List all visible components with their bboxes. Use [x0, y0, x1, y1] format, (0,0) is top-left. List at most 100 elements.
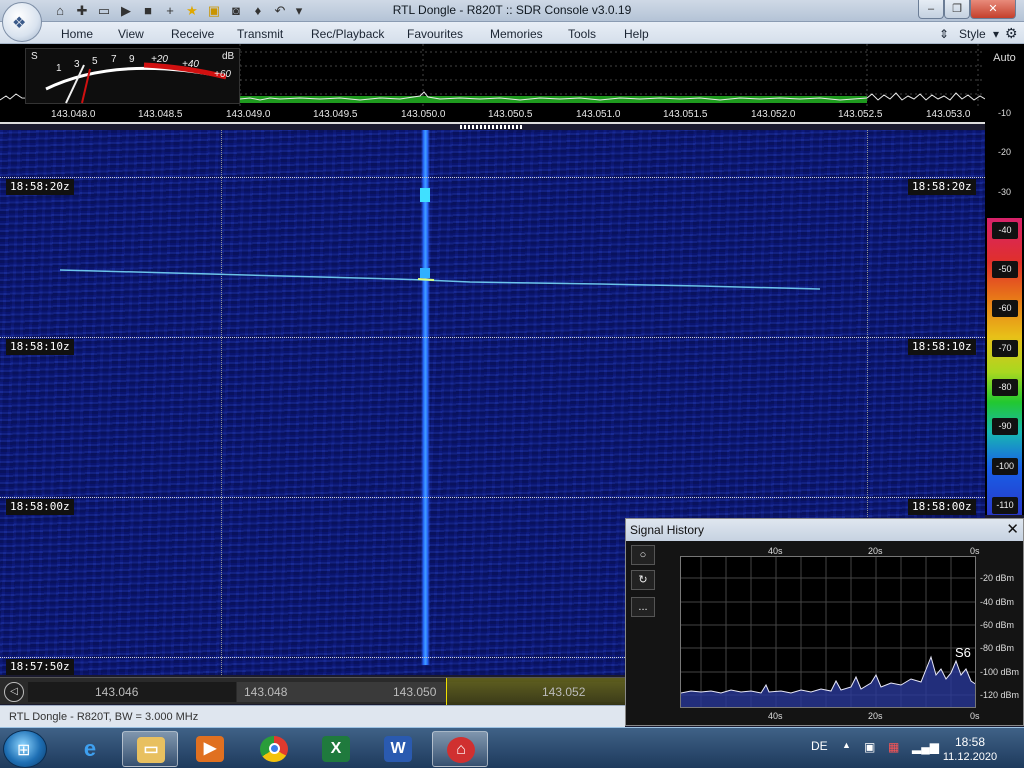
taskbar-media-player[interactable]: ▶ — [182, 731, 238, 767]
time-label-right: 18:58:00z — [908, 499, 976, 515]
db-level-cell: -50 — [992, 261, 1018, 278]
windows-logo-icon: ⊞ — [17, 742, 31, 759]
taskbar-internet-explorer[interactable]: e — [62, 731, 118, 767]
freq-label: 143.052.0 — [751, 109, 796, 120]
maximize-button[interactable]: ❐ — [944, 0, 970, 19]
tray-device-icon[interactable]: ▣ — [864, 740, 875, 754]
freq-label: 143.049.0 — [226, 109, 271, 120]
s-meter-tick: 9 — [129, 54, 135, 65]
signal-history-title: Signal History — [630, 523, 705, 537]
signal-history-panel: Signal History ✕ ○ ↻ ... 40s 20s 0s 40s … — [625, 518, 1024, 726]
status-text: RTL Dongle - R820T, BW = 3.000 MHz — [9, 711, 199, 723]
auto-scale-button[interactable]: Auto — [985, 52, 1024, 64]
db-level-cell: -100 — [992, 458, 1018, 475]
settings-gear-icon[interactable]: ⚙ — [1005, 25, 1018, 42]
tuning-passband — [447, 678, 625, 705]
taskbar-chrome[interactable] — [246, 731, 302, 767]
signal-history-record-button[interactable]: ○ — [631, 545, 655, 565]
signal-history-close-icon[interactable]: ✕ — [1006, 520, 1019, 538]
taskbar-excel[interactable]: X — [308, 731, 364, 767]
db-level-cell: -60 — [992, 300, 1018, 317]
title-bar: ⌂ ✚ ▭ ▶ ■ + ★ ▣ ◙ ♦ ↶ ▾ RTL Dongle - R82… — [0, 0, 1024, 22]
window-title: RTL Dongle - R820T :: SDR Console v3.0.1… — [392, 3, 632, 17]
language-indicator[interactable]: DE — [811, 739, 828, 753]
status-bar: RTL Dongle - R820T, BW = 3.000 MHz — [0, 705, 625, 727]
s-meter-tick: +60 — [214, 69, 231, 80]
time-axis-label: 20s — [868, 546, 883, 556]
taskbar-word[interactable]: W — [370, 731, 426, 767]
taskbar-explorer[interactable]: ▭ — [122, 731, 178, 767]
minimize-button[interactable]: – — [918, 0, 944, 19]
excel-icon: X — [322, 736, 350, 762]
menu-home[interactable]: Home — [61, 27, 93, 41]
db-colour-scale: Auto -10 -20 -30 -40 -50 -60 -70 -80 -90… — [985, 44, 1024, 515]
signal-history-more-button[interactable]: ... — [631, 597, 655, 617]
dbm-axis-label: -80 dBm — [980, 643, 1015, 653]
clock-time[interactable]: 18:58 — [950, 735, 990, 749]
menu-rec-playback[interactable]: Rec/Playback — [311, 27, 384, 41]
s-meter-tick: +20 — [151, 54, 168, 65]
freq-label: 143.048.0 — [51, 109, 96, 120]
tuning-label: 143.052 — [542, 685, 586, 699]
tuning-strip[interactable]: ◁ 143.046 143.048 143.050 143.052 — [0, 677, 625, 705]
dbm-axis-label: -60 dBm — [980, 620, 1015, 630]
signal-history-header[interactable]: Signal History ✕ — [626, 519, 1023, 541]
style-chevron-icon[interactable]: ⇕ — [939, 27, 949, 41]
sdr-console-window: ⌂ ✚ ▭ ▶ ■ + ★ ▣ ◙ ♦ ↶ ▾ RTL Dongle - R82… — [0, 0, 1024, 768]
menu-view[interactable]: View — [118, 27, 144, 41]
taskbar-sdr-console[interactable]: ⌂ — [432, 731, 488, 767]
media-player-icon: ▶ — [196, 736, 224, 762]
tuning-marker[interactable] — [446, 678, 447, 705]
freq-label: 143.051.5 — [663, 109, 708, 120]
time-label-right: 18:58:20z — [908, 179, 976, 195]
time-label-right: 18:58:10z — [908, 339, 976, 355]
freq-label: 143.050.5 — [488, 109, 533, 120]
tuning-label: 143.046 — [95, 685, 139, 699]
dbm-axis-label: -100 dBm — [980, 667, 1020, 677]
freq-label: 143.048.5 — [138, 109, 183, 120]
app-logo-icon: ❖ — [12, 15, 27, 32]
menu-tools[interactable]: Tools — [568, 27, 596, 41]
signal-history-svg — [681, 557, 975, 707]
close-button[interactable]: ✕ — [970, 0, 1016, 19]
time-axis-label: 20s — [868, 711, 883, 721]
time-axis-label: 0s — [970, 711, 980, 721]
db-level-cell: -80 — [992, 379, 1018, 396]
clock-date[interactable]: 11.12.2020 — [940, 751, 1000, 763]
db-level-cell: -110 — [992, 497, 1018, 514]
time-axis-label: 40s — [768, 711, 783, 721]
s-meter-s-label: S — [31, 51, 38, 62]
db-level-cell: -70 — [992, 340, 1018, 357]
menu-receive[interactable]: Receive — [171, 27, 214, 41]
freq-label: 143.052.5 — [838, 109, 883, 120]
tuner-toggle-button[interactable]: ◁ — [4, 682, 24, 702]
sdr-console-icon: ⌂ — [447, 737, 475, 763]
folder-icon: ▭ — [137, 737, 165, 763]
time-axis-label: 40s — [768, 546, 783, 556]
dbm-axis-label: -40 dBm — [980, 597, 1015, 607]
tray-network-icon[interactable]: ▦ — [888, 740, 899, 754]
tray-expand-icon[interactable]: ▲ — [842, 740, 851, 750]
menu-help[interactable]: Help — [624, 27, 649, 41]
menu-transmit[interactable]: Transmit — [237, 27, 283, 41]
dbm-axis-label: -120 dBm — [980, 690, 1020, 700]
freq-label: 143.051.0 — [576, 109, 621, 120]
tray-signal-icon[interactable]: ▂▄▆ — [912, 740, 939, 754]
style-menu[interactable]: Style — [959, 27, 986, 41]
time-label-left: 18:58:00z — [6, 499, 74, 515]
menu-memories[interactable]: Memories — [490, 27, 543, 41]
app-orb-button[interactable]: ❖ — [2, 2, 42, 42]
s-meter-tick: 1 — [56, 63, 62, 74]
style-dropdown-icon[interactable]: ▾ — [993, 27, 999, 41]
splitter-handle[interactable] — [460, 125, 524, 129]
s-meter-tick: 3 — [74, 59, 80, 70]
tuning-label: 143.050 — [393, 685, 437, 699]
time-axis-label: 0s — [970, 546, 980, 556]
start-button[interactable]: ⊞ — [3, 730, 47, 768]
signal-history-reset-button[interactable]: ↻ — [631, 570, 655, 590]
db-tick: -10 — [997, 108, 1011, 118]
time-label-left: 18:58:20z — [6, 179, 74, 195]
ribbon-menu: Home View Receive Transmit Rec/Playback … — [0, 22, 1024, 44]
time-label-left: 18:57:50z — [6, 659, 74, 675]
menu-favourites[interactable]: Favourites — [407, 27, 463, 41]
